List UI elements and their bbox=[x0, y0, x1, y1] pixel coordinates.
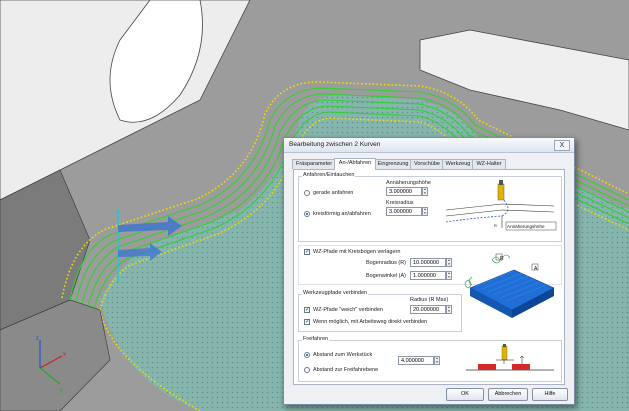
diagram-caption: Annäherungshöhe bbox=[507, 224, 545, 229]
retract-value-spinner[interactable]: ▲ ▼ bbox=[434, 356, 440, 365]
soft-connect-spinner[interactable]: ▲ ▼ bbox=[446, 305, 452, 314]
close-button[interactable]: X bbox=[554, 140, 570, 151]
tab-approach[interactable]: An-/Abfahren bbox=[334, 158, 376, 170]
svg-text:y: y bbox=[60, 388, 63, 394]
label-straight-approach: gerade anfahren bbox=[313, 190, 354, 196]
arc-diagram: R A bbox=[464, 253, 555, 318]
checkbox-arc-shift[interactable]: ✓ bbox=[304, 249, 310, 255]
svg-text:R: R bbox=[494, 223, 497, 228]
approach-height-input[interactable]: 3.000000 bbox=[386, 187, 422, 196]
label-circular-approach: kreisförmig an/abfahren bbox=[313, 211, 371, 217]
label-arc-angle: Bogenwinkel (A) bbox=[365, 273, 406, 279]
label-circle-radius: Kreisradius bbox=[386, 200, 414, 206]
machining-dialog: Bearbeitung zwischen 2 Kurven X Fräspara… bbox=[283, 137, 575, 405]
label-radius-max: Radius (R Max) bbox=[410, 297, 449, 303]
group-retract-label: Freifahren bbox=[302, 336, 330, 342]
arc-angle-spinner[interactable]: ▲ ▼ bbox=[446, 271, 452, 280]
dialog-title: Bearbeitung zwischen 2 Kurven bbox=[289, 141, 381, 148]
radio-retract-workpiece[interactable] bbox=[304, 352, 310, 358]
tab-panel-approach: Anfahren/Eintauchen gerade anfahren krei… bbox=[293, 169, 565, 385]
radio-retract-plane[interactable] bbox=[304, 367, 310, 373]
svg-text:x: x bbox=[63, 352, 66, 358]
dialog-titlebar[interactable]: Bearbeitung zwischen 2 Kurven X bbox=[284, 138, 574, 153]
label-direct-connect: Wenn möglich, mit Arbeitsweg direkt verb… bbox=[313, 319, 428, 325]
arc-radius-spinner[interactable]: ▲ ▼ bbox=[446, 258, 452, 267]
tab-tool[interactable]: Werkzeug bbox=[442, 159, 474, 169]
diagram-a-label: A bbox=[534, 266, 538, 272]
radio-straight-approach[interactable] bbox=[304, 190, 310, 196]
checkbox-soft-connect[interactable]: ✓ bbox=[304, 307, 310, 313]
tab-holder[interactable]: WZ-Halter bbox=[472, 159, 506, 169]
label-retract-workpiece: Abstand zum Werkstück bbox=[313, 352, 373, 358]
ok-button[interactable]: OK bbox=[446, 388, 484, 401]
retract-value-input[interactable]: 4.000000 bbox=[398, 356, 434, 365]
label-arc-radius: Bogenradius (R) bbox=[365, 260, 406, 266]
tab-milling-params[interactable]: Fräsparameter bbox=[292, 159, 336, 169]
tab-limits[interactable]: Eingrenzung bbox=[374, 159, 412, 169]
arc-angle-input[interactable]: 1.000000 bbox=[410, 271, 446, 280]
help-button[interactable]: Hilfe bbox=[532, 388, 568, 401]
group-connect-label: Werkzeugpfade verbinden bbox=[302, 290, 369, 296]
label-soft-connect: WZ-Pfade "weich" verbinden bbox=[313, 307, 383, 313]
soft-connect-input[interactable]: 20.000000 bbox=[410, 305, 446, 314]
approach-diagram: R Annäherungshöhe bbox=[445, 180, 557, 231]
retract-diagram bbox=[466, 344, 554, 371]
circle-radius-spinner[interactable]: ▲ ▼ bbox=[422, 207, 428, 216]
label-retract-plane: Abstand zur Freifahrebene bbox=[313, 367, 379, 373]
tab-feeds[interactable]: Vorschübe bbox=[410, 159, 444, 169]
arc-radius-input[interactable]: 10.000000 bbox=[410, 258, 446, 267]
checkbox-direct-connect[interactable]: ✓ bbox=[304, 319, 310, 325]
approach-height-spinner[interactable]: ▲ ▼ bbox=[422, 187, 428, 196]
group-approach-label: Anfahren/Eintauchen bbox=[302, 172, 356, 178]
label-arc-shift: WZ-Pfade mit Kreisbogen verlagern bbox=[313, 249, 401, 255]
label-approach-height: Annäherungshöhe bbox=[386, 180, 431, 186]
circle-radius-input[interactable]: 3.000000 bbox=[386, 207, 422, 216]
svg-text:z: z bbox=[36, 336, 39, 342]
radio-circular-approach[interactable] bbox=[304, 211, 310, 217]
cancel-button[interactable]: Abbrechen bbox=[488, 388, 528, 401]
